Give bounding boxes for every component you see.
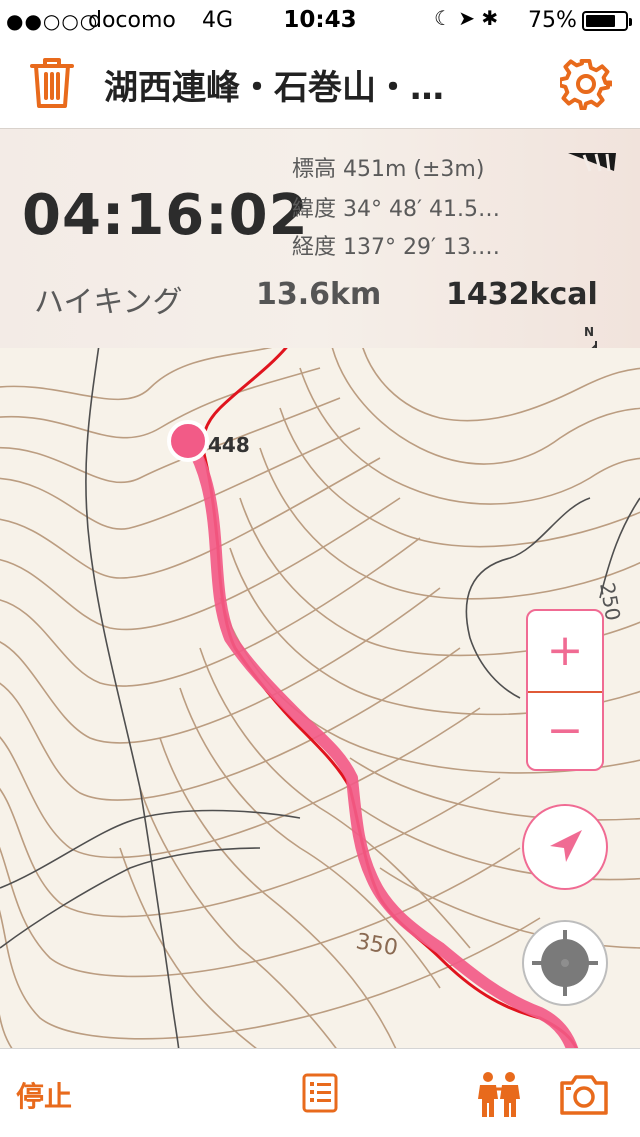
distance-value: 13.6km [256,277,382,312]
elapsed-time: 04:16:02 [22,183,309,248]
calories-value: 1432kcal [446,277,598,312]
zoom-out-button[interactable]: − [528,693,602,771]
zoom-in-button[interactable]: + [528,611,602,691]
map-label-elevation: 448 [208,433,250,457]
navigation-arrow-button[interactable] [522,804,608,890]
gear-icon[interactable] [560,58,612,110]
status-bar: ●●○○○ docomo 4G 10:43 ☾ ➤ ✱ 75% [0,0,640,40]
current-position-marker [167,420,209,462]
activity-mode: ハイキング [34,285,183,320]
battery-fill [586,15,615,27]
page-title: 湖西連峰・石巻山・… [104,68,444,108]
latitude-readout: 緯度 34° 48′ 41.5… [292,197,500,222]
zoom-control: + − [526,609,604,771]
gps-target-button[interactable] [522,920,608,1006]
map-label-contour-350: 350 [354,929,400,961]
status-icons: ☾ ➤ ✱ [434,6,499,30]
camera-icon[interactable] [558,1075,610,1115]
nav-bar: 湖西連峰・石巻山・… [0,40,640,129]
tracking-info-panel: 04:16:02 標高 451m (±3m) 緯度 34° 48′ 41.5… … [0,129,640,375]
longitude-readout: 経度 137° 29′ 13.… [292,235,500,260]
people-icon[interactable] [476,1071,524,1117]
trash-icon[interactable] [28,56,76,110]
list-icon[interactable] [302,1073,338,1113]
navigation-arrow-icon [550,830,582,862]
altitude-readout: 標高 451m (±3m) [292,157,485,182]
battery-icon [582,11,632,31]
gps-target-icon [532,930,598,996]
compass-north-label: N [584,325,595,339]
battery-percent: 75% [528,8,577,33]
bottom-toolbar: 停止 [0,1048,640,1137]
gps-signal-icon [568,153,616,172]
stop-button[interactable]: 停止 [16,1075,72,1115]
